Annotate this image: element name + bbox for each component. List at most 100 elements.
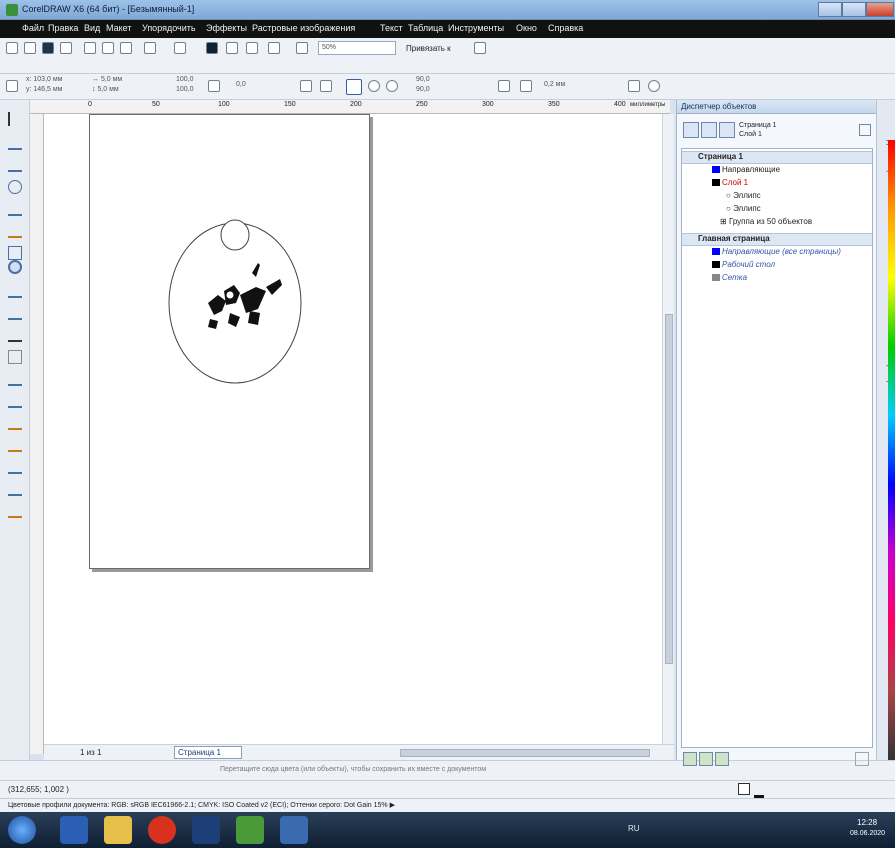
new-master-all-icon[interactable] <box>715 752 729 766</box>
scale-y-field[interactable]: 100,0 <box>176 86 194 93</box>
rotation-field[interactable]: 0,0 <box>236 81 246 88</box>
blend-tool-icon[interactable] <box>8 416 22 430</box>
delete-layer-icon[interactable] <box>855 752 869 766</box>
vertical-ruler[interactable] <box>30 114 44 754</box>
publish-pdf-icon[interactable] <box>246 42 258 54</box>
text-tool-icon[interactable] <box>8 328 22 342</box>
tree-layer-guides[interactable]: Направляющие <box>682 165 872 178</box>
shape-icon[interactable] <box>648 80 660 92</box>
open-icon[interactable] <box>24 42 36 54</box>
menu-edit[interactable]: Правка <box>48 23 78 33</box>
transparency-tool-icon[interactable] <box>8 438 22 452</box>
opera-icon[interactable] <box>148 816 176 844</box>
coreldraw-icon[interactable] <box>236 816 264 844</box>
tree-master-page[interactable]: Главная страница <box>682 233 872 246</box>
zoom-tool-icon[interactable] <box>8 180 22 194</box>
ellipse-tool-icon[interactable] <box>8 260 22 274</box>
lock-ratio-icon[interactable] <box>208 80 220 92</box>
menu-tools[interactable]: Инструменты <box>448 23 504 33</box>
dimension-tool-icon[interactable] <box>8 372 22 386</box>
import-icon[interactable] <box>206 42 218 54</box>
color-palette[interactable] <box>888 140 895 760</box>
clipart-group[interactable] <box>208 263 282 329</box>
width-field[interactable]: ↔ 5,0 мм <box>92 76 122 83</box>
print-icon[interactable] <box>60 42 72 54</box>
pick-tool-icon[interactable] <box>8 112 22 126</box>
tree-layer-grid[interactable]: Сетка <box>682 273 872 286</box>
language-indicator[interactable]: RU <box>628 824 640 833</box>
table-tool-icon[interactable] <box>8 350 22 364</box>
connector-tool-icon[interactable] <box>8 394 22 408</box>
paste-icon[interactable] <box>120 42 132 54</box>
close-button[interactable] <box>866 2 894 17</box>
tree-object-group[interactable]: ⊞ Группа из 50 объектов <box>682 217 872 230</box>
save-icon[interactable] <box>42 42 54 54</box>
zoom-select[interactable]: 50% <box>318 41 396 55</box>
tree-object-ellipse[interactable]: ○ Эллипс <box>682 191 872 204</box>
copy-icon[interactable] <box>102 42 114 54</box>
basic-shapes-icon[interactable] <box>8 306 22 320</box>
docker-menu-icon[interactable] <box>859 124 871 136</box>
horizontal-scroll-thumb[interactable] <box>400 749 650 757</box>
word-icon[interactable] <box>280 816 308 844</box>
menu-help[interactable]: Справка <box>548 23 583 33</box>
new-master-layer-icon[interactable] <box>699 752 713 766</box>
tree-layer-1[interactable]: Слой 1 <box>682 178 872 191</box>
tree-layer-guides-all[interactable]: Направляющие (все страницы) <box>682 247 872 260</box>
menu-effects[interactable]: Эффекты <box>206 23 247 33</box>
fill-indicator-icon[interactable] <box>738 783 750 795</box>
crop-tool-icon[interactable] <box>8 158 22 172</box>
outline-tool-icon[interactable] <box>8 482 22 496</box>
tree-layer-desktop[interactable]: Рабочий стол <box>682 260 872 273</box>
menu-text[interactable]: Текст <box>380 23 403 33</box>
rectangle-tool-icon[interactable] <box>8 246 22 260</box>
export-icon[interactable] <box>226 42 238 54</box>
menu-arrange[interactable]: Упорядочить <box>142 23 196 33</box>
height-field[interactable]: ↕ 5,0 мм <box>92 86 119 93</box>
explorer-icon[interactable] <box>104 816 132 844</box>
tree-object-ellipse[interactable]: ○ Эллипс <box>682 204 872 217</box>
ellipse-icon[interactable] <box>346 79 362 95</box>
menu-file[interactable]: Файл <box>22 23 44 33</box>
menu-window[interactable]: Окно <box>516 23 537 33</box>
clock-date[interactable]: 08.06.2020 <box>850 830 885 837</box>
task-app-icon[interactable] <box>60 816 88 844</box>
color-profiles[interactable]: Цветовые профили документа: RGB: sRGB IE… <box>8 801 395 809</box>
document-page[interactable] <box>89 114 370 569</box>
object-origin-icon[interactable] <box>6 80 18 92</box>
artistic-media-icon[interactable] <box>8 224 22 238</box>
new-document-icon[interactable] <box>6 42 18 54</box>
horizontal-ruler[interactable]: 0 50 100 150 200 250 300 350 400 миллиме… <box>30 100 670 114</box>
show-properties-icon[interactable] <box>683 122 699 138</box>
layer-view-icon[interactable] <box>719 122 735 138</box>
x-position-field[interactable]: x: 103,0 мм <box>26 76 62 83</box>
wrap-text-icon[interactable] <box>520 80 532 92</box>
page-tab[interactable]: Страница 1 <box>174 746 242 759</box>
scale-x-field[interactable]: 100,0 <box>176 76 194 83</box>
vertical-scroll-thumb[interactable] <box>665 314 673 664</box>
minimize-button[interactable] <box>818 2 842 17</box>
welcome-screen-icon[interactable] <box>296 42 308 54</box>
options-icon[interactable] <box>474 42 486 54</box>
start-angle-field[interactable]: 90,0 <box>416 76 430 83</box>
photoshop-icon[interactable] <box>192 816 220 844</box>
app-launcher-icon[interactable] <box>268 42 280 54</box>
mirror-v-icon[interactable] <box>320 80 332 92</box>
menu-view[interactable]: Вид <box>84 23 100 33</box>
undo-icon[interactable] <box>144 42 156 54</box>
maximize-button[interactable] <box>842 2 866 17</box>
menu-layout[interactable]: Макет <box>106 23 131 33</box>
snap-dropdown[interactable]: Привязать к <box>406 44 451 53</box>
fill-tool-icon[interactable] <box>8 504 22 518</box>
cut-icon[interactable] <box>84 42 96 54</box>
tree-page-1[interactable]: Страница 1 <box>682 151 872 164</box>
pie-icon[interactable] <box>368 80 380 92</box>
freehand-tool-icon[interactable] <box>8 202 22 216</box>
vertical-scrollbar[interactable] <box>662 114 674 744</box>
mirror-h-icon[interactable] <box>300 80 312 92</box>
arc-icon[interactable] <box>386 80 398 92</box>
polygon-tool-icon[interactable] <box>8 284 22 298</box>
y-position-field[interactable]: y: 146,5 мм <box>26 86 62 93</box>
small-ellipse[interactable] <box>220 219 250 251</box>
menu-bitmaps[interactable]: Растровые изображения <box>252 23 355 33</box>
